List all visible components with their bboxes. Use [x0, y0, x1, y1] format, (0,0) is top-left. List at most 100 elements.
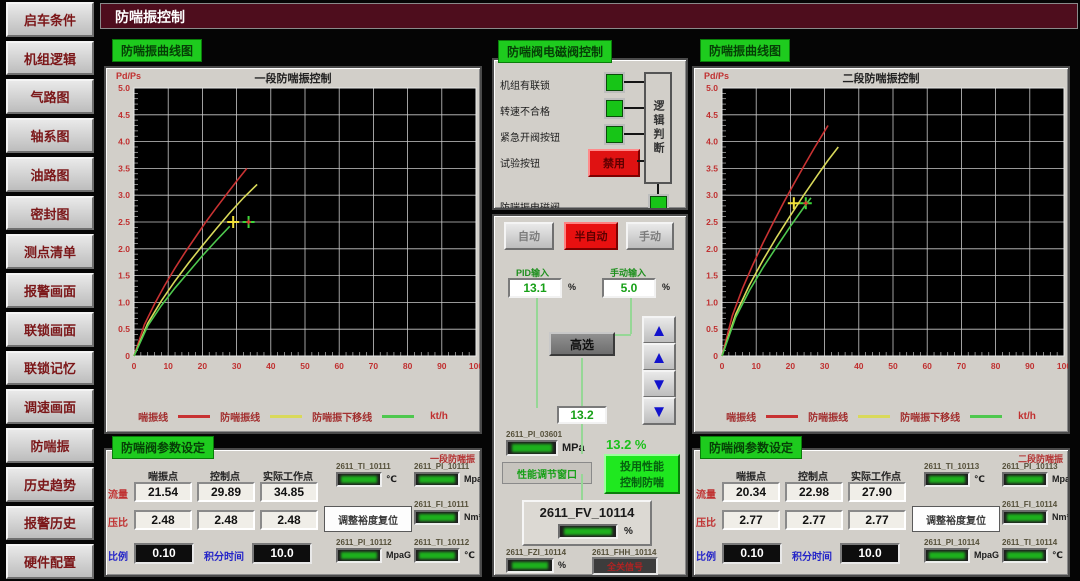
led-bar [512, 562, 549, 569]
valve-closed-tag-label: 2611_FHH_10114 [592, 548, 657, 557]
svg-text:4.5: 4.5 [118, 110, 130, 120]
sidebar-item-9[interactable]: 联锁画面 [6, 312, 94, 347]
legend-label-3: 防喘振下移线 [900, 409, 960, 424]
proportional-value[interactable]: 0.10 [134, 543, 194, 564]
test-button[interactable]: 禁用 [588, 149, 640, 177]
svg-text:0.5: 0.5 [118, 324, 130, 334]
svg-text:0.5: 0.5 [706, 324, 718, 334]
param-value-1-3[interactable]: 27.90 [848, 482, 906, 502]
param-value-2-1[interactable]: 2.77 [722, 510, 780, 530]
interlock-line-2 [624, 107, 644, 109]
valve-position-display [558, 524, 618, 539]
svg-text:50: 50 [300, 361, 310, 371]
input-unit-1: % [568, 282, 576, 292]
svg-text:3.0: 3.0 [706, 190, 718, 200]
legend-swatch-2 [858, 415, 890, 418]
valve-position-tag-label: 2611_FZI_10114 [506, 548, 566, 557]
tag-unit-2611_FI_10111: Nm³/h [464, 512, 482, 522]
sidebar-item-7[interactable]: 测点清单 [6, 234, 94, 269]
svg-text:20: 20 [198, 361, 208, 371]
sidebar-item-8[interactable]: 报警画面 [6, 273, 94, 308]
sidebar-item-11[interactable]: 调速画面 [6, 389, 94, 424]
row-label-2: 压比 [696, 514, 720, 529]
sidebar-item-5[interactable]: 油路图 [6, 157, 94, 192]
solenoid-output-label: 防喘振电磁阀 [500, 199, 560, 210]
mode-button-3[interactable]: 手动 [626, 222, 674, 250]
sidebar-item-13[interactable]: 历史趋势 [6, 467, 94, 502]
proportional-label: 比例 [108, 548, 128, 563]
tag-label-2611_TI_10114: 2611_TI_10114 [1002, 538, 1057, 547]
signal-line-5 [581, 424, 583, 454]
svg-text:10: 10 [751, 361, 761, 371]
svg-text:3.5: 3.5 [118, 163, 130, 173]
svg-text:80: 80 [403, 361, 413, 371]
param-value-2-2[interactable]: 2.77 [785, 510, 843, 530]
mode-button-1[interactable]: 自动 [504, 222, 554, 250]
param-value-2-1[interactable]: 2.48 [134, 510, 192, 530]
svg-text:70: 70 [369, 361, 379, 371]
sidebar-item-10[interactable]: 联锁记忆 [6, 351, 94, 386]
sidebar-item-2[interactable]: 机组逻辑 [6, 41, 94, 76]
param-value-2-3[interactable]: 2.77 [848, 510, 906, 530]
svg-text:100: 100 [469, 361, 482, 371]
sidebar-item-15[interactable]: 硬件配置 [6, 544, 94, 579]
led-bar [419, 552, 454, 559]
proportional-value[interactable]: 0.10 [722, 543, 782, 564]
param-value-1-3[interactable]: 34.85 [260, 482, 318, 502]
sidebar-item-6[interactable]: 密封图 [6, 196, 94, 231]
right-params-section-label: 防喘阀参数设定 [700, 436, 802, 459]
tag-unit-2611_PI_10112: MpaG [386, 550, 411, 560]
enable-performance-control-button[interactable]: 投用性能 控制防喘 [604, 454, 680, 494]
high-select-button[interactable]: 高选 [549, 332, 615, 356]
legend-swatch-3 [970, 415, 1002, 418]
svg-text:4.5: 4.5 [706, 110, 718, 120]
input-field-1[interactable]: 13.1 [508, 278, 562, 298]
margin-reset-button[interactable]: 调整裕度复位 [324, 506, 412, 532]
tag-label-2611_TI_10111: 2611_TI_10111 [336, 462, 391, 471]
sidebar-item-3[interactable]: 气路图 [6, 79, 94, 114]
interlock-line-3 [624, 133, 644, 135]
sidebar-item-14[interactable]: 报警历史 [6, 506, 94, 541]
decrease-fast-button[interactable]: ▼ [642, 397, 676, 425]
input-field-2[interactable]: 5.0 [602, 278, 656, 298]
sidebar-item-1[interactable]: 启车条件 [6, 2, 94, 37]
svg-text:10: 10 [163, 361, 173, 371]
input-unit-2: % [662, 282, 670, 292]
svg-text:70: 70 [957, 361, 967, 371]
left-chart-plot: 010203040506070809010000.51.01.52.02.53.… [108, 84, 482, 400]
param-value-1-1[interactable]: 21.54 [134, 482, 192, 502]
param-value-1-1[interactable]: 20.34 [722, 482, 780, 502]
led-bar [1007, 514, 1042, 521]
valve-closed-status: 全关信号 [592, 557, 658, 575]
integral-time-value[interactable]: 10.0 [840, 543, 900, 564]
perf-button-line1: 投用性能 [620, 458, 664, 474]
led-bar [564, 528, 611, 535]
param-value-1-2[interactable]: 22.98 [785, 482, 843, 502]
param-value-2-3[interactable]: 2.48 [260, 510, 318, 530]
tag-label-2611_TI_10113: 2611_TI_10113 [924, 462, 979, 471]
mode-button-2[interactable]: 半自动 [564, 222, 618, 250]
integral-time-value[interactable]: 10.0 [252, 543, 312, 564]
row-label-1: 流量 [696, 486, 720, 501]
tag-label-2611_PI_10111: 2611_PI_10111 [414, 462, 469, 471]
performance-window-label[interactable]: 性能调节窗口 [502, 462, 592, 484]
sidebar-item-4[interactable]: 轴系图 [6, 118, 94, 153]
increase-fast-button[interactable]: ▲ [642, 316, 676, 344]
output-setpoint-field[interactable]: 13.2 [557, 406, 607, 424]
param-value-1-2[interactable]: 29.89 [197, 482, 255, 502]
legend-label-1: 喘振线 [138, 409, 168, 424]
solenoid-section-label: 防喘阀电磁阀控制 [498, 40, 612, 63]
param-value-2-2[interactable]: 2.48 [197, 510, 255, 530]
svg-text:30: 30 [820, 361, 830, 371]
sidebar-item-12[interactable]: 防喘振 [6, 428, 94, 463]
pressure-value-display [506, 440, 558, 456]
tag-display-2611_FI_10114 [1002, 510, 1048, 525]
margin-reset-button[interactable]: 调整裕度复位 [912, 506, 1000, 532]
svg-text:3.0: 3.0 [118, 190, 130, 200]
svg-text:3.5: 3.5 [706, 163, 718, 173]
increase-button[interactable]: ▲ [642, 343, 676, 371]
decrease-button[interactable]: ▼ [642, 370, 676, 398]
svg-text:80: 80 [991, 361, 1001, 371]
column-header-2: 控制点 [195, 468, 255, 483]
legend-label-1: 喘振线 [726, 409, 756, 424]
